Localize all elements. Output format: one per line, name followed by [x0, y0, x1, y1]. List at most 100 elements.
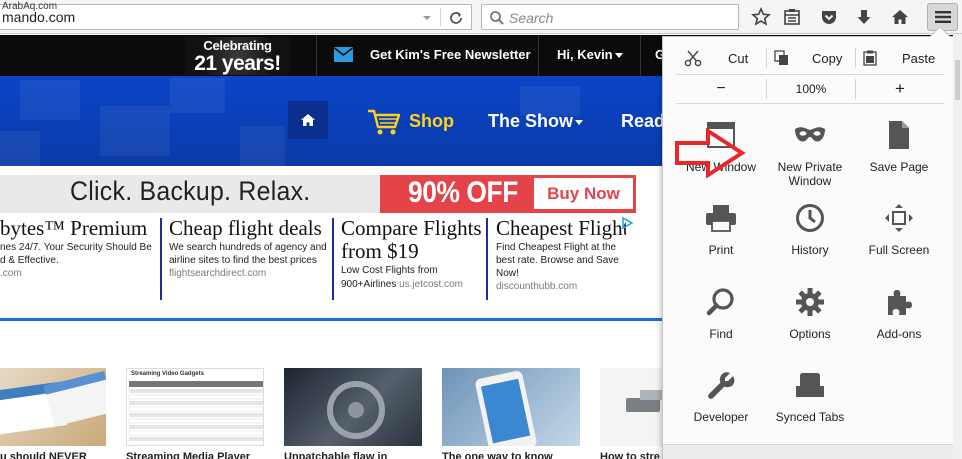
banner-ad-offer-text[interactable]: 90% OFF [408, 176, 518, 210]
clipboard-paste-icon [863, 50, 877, 66]
menu-separator [676, 74, 944, 75]
pocket-button[interactable] [817, 5, 841, 29]
reading-list-button[interactable] [780, 5, 804, 29]
article-caption[interactable]: The one way to know [442, 451, 553, 459]
reading-list-icon [784, 9, 800, 25]
browser-toolbar: mando.com Search [0, 0, 962, 34]
nav-the-show-link[interactable]: The Show [488, 111, 573, 132]
zoom-reset-level[interactable]: 100% [767, 76, 855, 102]
zoom-in-button[interactable]: + [856, 76, 944, 102]
envelope-icon[interactable] [334, 47, 353, 62]
find-button[interactable]: Find [676, 285, 766, 341]
topbar-divider [538, 35, 539, 76]
article-thumbnail[interactable] [284, 368, 422, 446]
search-placeholder: Search [509, 10, 554, 26]
shopping-cart-icon[interactable] [367, 108, 401, 136]
text-ad-url[interactable]: discounthubb.com [496, 280, 626, 293]
text-ad-url[interactable]: flightsearchdirect.com [169, 267, 329, 280]
user-greeting-menu[interactable]: Hi, Kevin [557, 47, 613, 62]
copy-label: Copy [812, 50, 843, 66]
save-page-button[interactable]: Save Page [854, 118, 944, 174]
text-ad[interactable]: bytes™ Premium nes 24/7. Your Security S… [0, 217, 158, 301]
article-thumbnail[interactable] [442, 368, 580, 446]
addons-button[interactable]: Add-ons [854, 285, 944, 341]
text-ad-title[interactable]: Cheap flight deals [169, 217, 329, 240]
home-button[interactable] [888, 5, 912, 29]
copy-button[interactable]: Copy [767, 44, 855, 72]
scissors-icon [684, 50, 702, 67]
text-ad[interactable]: Cheapest Flight Find Cheapest Flight at … [496, 217, 626, 301]
celebrating-top-text: Celebrating [203, 38, 272, 53]
print-icon [706, 205, 736, 232]
ad-divider [486, 218, 488, 300]
options-button[interactable]: Options [765, 285, 855, 341]
search-bar[interactable]: Search [481, 4, 739, 30]
private-mask-icon [795, 127, 825, 142]
chevron-down-icon[interactable] [575, 120, 583, 125]
full-screen-label: Full Screen [868, 243, 930, 257]
zoom-out-button[interactable]: − [676, 76, 766, 102]
chevron-down-icon[interactable] [615, 53, 623, 58]
article-thumbnail[interactable] [600, 368, 662, 446]
celebrating-badge: Celebrating 21 years! [185, 37, 290, 75]
topbar-divider [316, 35, 317, 76]
text-ad-title[interactable]: Cheapest Flight [496, 217, 626, 240]
watermark-text: ArabAq.com [2, 1, 58, 12]
nav-read-link[interactable]: Read [621, 111, 665, 132]
article-thumbnail[interactable]: Streaming Video Gadgets [126, 368, 264, 446]
url-bar[interactable]: mando.com [0, 4, 472, 30]
article-caption[interactable]: u should NEVER [0, 451, 87, 459]
text-ad-description: Low Cost Flights from [341, 265, 438, 276]
open-menu-button[interactable] [927, 3, 958, 31]
addons-label: Add-ons [876, 327, 922, 341]
home-icon [301, 114, 315, 126]
print-label: Print [708, 243, 734, 257]
text-ad-description: nes 24/7. Your Security Should Be d & Ef… [0, 242, 152, 266]
adchoices-icon[interactable] [621, 217, 633, 229]
nav-home-button[interactable] [288, 101, 328, 139]
cut-button[interactable]: Cut [676, 44, 766, 72]
article-caption[interactable]: Streaming Media Player [126, 451, 250, 459]
reload-icon[interactable] [448, 10, 464, 26]
annotation-red-arrow [675, 128, 746, 178]
article-thumbnail[interactable] [0, 368, 106, 446]
print-button[interactable]: Print [676, 201, 766, 257]
article-caption[interactable]: How to stre [600, 451, 660, 459]
developer-button[interactable]: Developer [676, 368, 766, 424]
paste-button[interactable]: Paste [856, 44, 944, 72]
panel-footer [663, 444, 953, 459]
text-ad-title-line-2[interactable]: from $19 [341, 240, 484, 263]
ad-divider [332, 218, 334, 300]
text-ad-title[interactable]: bytes™ Premium [0, 217, 158, 240]
newsletter-link[interactable]: Get Kim's Free Newsletter [370, 47, 531, 62]
full-screen-icon [885, 204, 913, 232]
addons-puzzle-icon [888, 290, 912, 315]
url-history-dropdown-icon[interactable] [420, 11, 434, 25]
search-icon [490, 11, 504, 25]
section-divider [0, 318, 662, 321]
buy-now-button[interactable]: Buy Now [534, 178, 633, 209]
text-ad-description: Find Cheapest Flight at the best rate. B… [496, 242, 619, 279]
nav-shop-link[interactable]: Shop [409, 111, 454, 132]
page-scrollbar-thumb[interactable] [955, 60, 960, 100]
download-arrow-icon [857, 10, 871, 24]
text-ad[interactable]: Compare Flights from $19 Low Cost Flight… [341, 217, 484, 301]
banner-ad-headline[interactable]: Click. Backup. Relax. [70, 176, 310, 207]
text-ad-url[interactable]: .com [0, 267, 158, 280]
home-icon [892, 10, 908, 24]
full-screen-button[interactable]: Full Screen [854, 201, 944, 257]
article-caption[interactable]: Unpatchable flaw in [284, 451, 387, 459]
new-private-window-button[interactable]: New Private Window [765, 118, 855, 188]
history-button[interactable]: History [765, 201, 855, 257]
text-ad-title-line-1[interactable]: Compare Flights [341, 217, 484, 240]
usb-device-image [626, 390, 662, 412]
bookmark-star-button[interactable] [749, 5, 773, 29]
text-ad-url[interactable]: us.jetcost.com [399, 279, 463, 290]
save-page-label: Save Page [869, 160, 929, 174]
save-page-icon [889, 121, 909, 149]
synced-tabs-button[interactable]: Synced Tabs [765, 368, 855, 424]
text-ad-description-line-2: 900+Airlines [341, 279, 397, 290]
downloads-button[interactable] [852, 5, 876, 29]
text-ad-description-2: 900+Airlines us.jetcost.com [341, 278, 484, 291]
text-ad[interactable]: Cheap flight deals We search hundreds of… [169, 217, 329, 301]
